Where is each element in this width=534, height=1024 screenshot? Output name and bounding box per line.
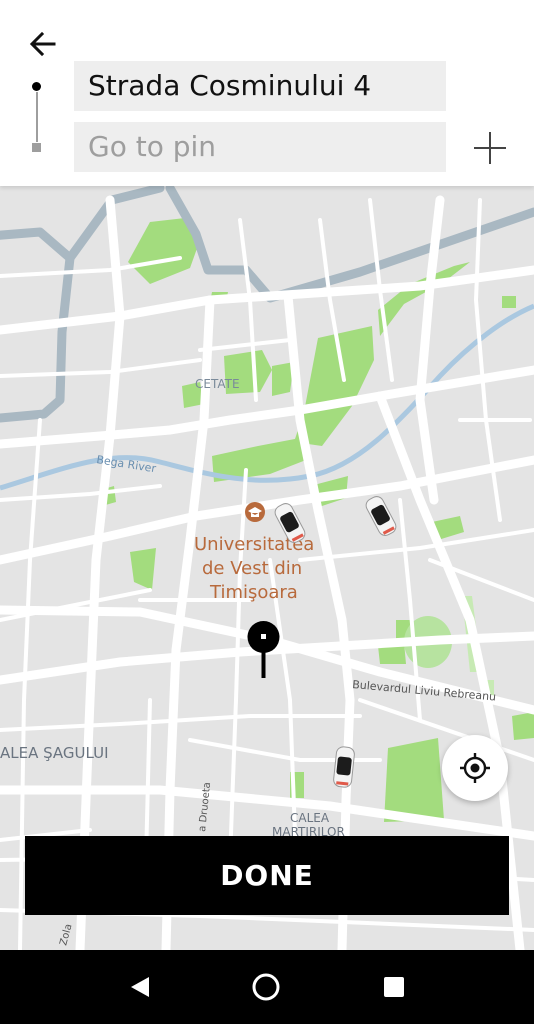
done-button[interactable]: DONE <box>25 836 509 915</box>
route-connector <box>35 92 38 142</box>
pickup-input[interactable]: Strada Cosminului 4 <box>74 61 446 111</box>
nav-recents-button[interactable] <box>376 969 412 1005</box>
nav-back-button[interactable] <box>122 969 158 1005</box>
car-icon <box>333 746 355 788</box>
destination-square-icon <box>32 143 41 152</box>
triangle-back-icon <box>131 977 149 997</box>
system-nav-bar <box>0 950 534 1024</box>
circle-home-icon <box>252 973 280 1001</box>
square-recents-icon <box>384 977 404 997</box>
add-stop-button[interactable] <box>470 128 510 168</box>
crosshair-icon <box>460 753 490 783</box>
graduation-cap-icon[interactable] <box>245 502 265 522</box>
destination-input[interactable]: Go to pin <box>74 122 446 172</box>
label-university-line3: Timişoara <box>209 582 298 603</box>
back-button[interactable] <box>26 26 62 62</box>
route-header: Strada Cosminului 4 Go to pin <box>0 0 534 186</box>
label-cetate: CETATE <box>195 377 240 391</box>
locate-me-button[interactable] <box>442 735 508 801</box>
label-alea-sagului: ALEA ŞAGULUI <box>0 744 109 762</box>
arrow-left-icon <box>29 31 56 57</box>
nav-home-button[interactable] <box>248 969 284 1005</box>
plus-icon <box>474 132 506 164</box>
label-university-line2: de Vest din <box>202 558 302 579</box>
pickup-dot-icon <box>32 82 41 91</box>
label-calea-line1: CALEA <box>290 811 330 825</box>
